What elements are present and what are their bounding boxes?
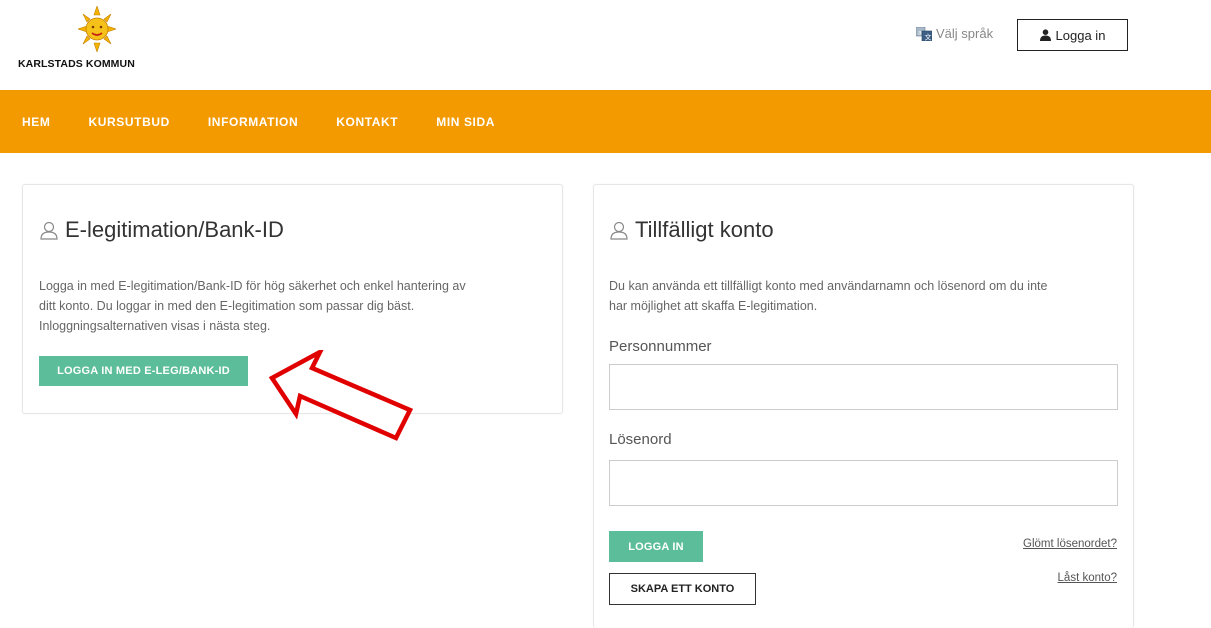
language-label: Välj språk xyxy=(936,26,994,41)
translate-icon: a 文 xyxy=(916,26,932,41)
forgot-password-link[interactable]: Glömt lösenordet? xyxy=(1023,538,1117,550)
user-icon xyxy=(1039,29,1051,41)
locked-account-link[interactable]: Låst konto? xyxy=(1058,572,1117,584)
sun-logo-icon xyxy=(78,6,116,52)
svg-text:a: a xyxy=(918,29,922,36)
temp-text-line: Du kan använda ett tillfälligt konto med… xyxy=(609,279,1048,293)
nav-item-hem[interactable]: HEM xyxy=(22,115,50,129)
temp-text-line: har möjlighet att skaffa E-legitimation. xyxy=(609,299,818,313)
logo-text: KARLSTADS KOMMUN xyxy=(18,58,135,70)
svg-text:文: 文 xyxy=(925,32,932,41)
password-label: Lösenord xyxy=(609,431,672,448)
language-selector[interactable]: a 文 Välj språk xyxy=(916,26,993,41)
personnummer-input[interactable] xyxy=(609,364,1118,410)
main-nav: HEM KURSUTBUD INFORMATION KONTAKT MIN SI… xyxy=(0,90,1211,153)
eleg-text-line: Logga in med E-legitimation/Bank-ID för … xyxy=(39,279,466,293)
temp-title-text: Tillfälligt konto xyxy=(635,217,774,242)
outline-user-icon xyxy=(610,221,628,240)
eleg-text-line: Inloggningsalternativen visas i nästa st… xyxy=(39,319,271,333)
eleg-description: Logga in med E-legitimation/Bank-ID för … xyxy=(39,276,554,336)
nav-item-kursutbud[interactable]: KURSUTBUD xyxy=(88,115,169,129)
eleg-card-title: E-legitimation/Bank-ID xyxy=(39,217,284,243)
header-login-button[interactable]: Logga in xyxy=(1017,19,1128,51)
red-arrow-icon xyxy=(268,350,414,441)
personnummer-label: Personnummer xyxy=(609,338,712,355)
temp-login-button[interactable]: LOGGA IN xyxy=(609,531,703,562)
temp-card-title: Tillfälligt konto xyxy=(609,217,774,243)
nav-item-min-sida[interactable]: MIN SIDA xyxy=(436,115,495,129)
password-input[interactable] xyxy=(609,460,1118,506)
nav-item-kontakt[interactable]: KONTAKT xyxy=(336,115,398,129)
nav-item-information[interactable]: INFORMATION xyxy=(208,115,298,129)
temp-description: Du kan använda ett tillfälligt konto med… xyxy=(609,276,1129,316)
karlstads-logo[interactable]: KARLSTADS KOMMUN xyxy=(18,6,178,76)
eleg-text-line: ditt konto. Du loggar in med den E-legit… xyxy=(39,299,415,313)
eleg-title-text: E-legitimation/Bank-ID xyxy=(65,217,284,242)
temp-account-card: Tillfälligt konto Du kan använda ett til… xyxy=(593,184,1134,628)
create-account-button[interactable]: SKAPA ETT KONTO xyxy=(609,573,756,605)
header-login-label: Logga in xyxy=(1055,27,1106,43)
eleg-login-button[interactable]: LOGGA IN MED E-LEG/BANK-ID xyxy=(39,356,248,386)
outline-user-icon xyxy=(40,221,58,240)
